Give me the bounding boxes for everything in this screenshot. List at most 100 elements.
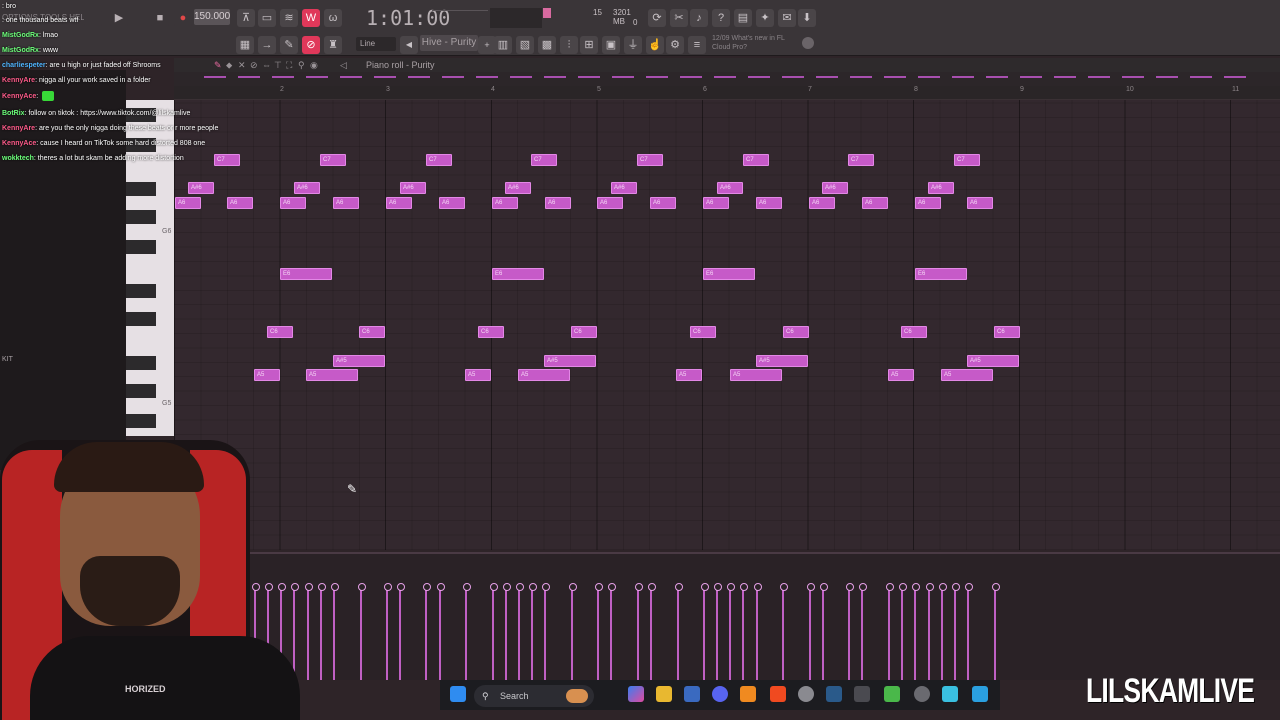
note[interactable]: A6 — [333, 197, 359, 209]
blend-notes-icon[interactable]: W — [302, 9, 320, 27]
note[interactable]: A5 — [941, 369, 993, 381]
note[interactable]: A#6 — [188, 182, 214, 194]
velocity-bar[interactable] — [886, 583, 894, 680]
snap-select[interactable]: Line — [356, 37, 396, 51]
black-key[interactable] — [126, 182, 156, 196]
note[interactable]: A6 — [809, 197, 835, 209]
velocity-bar[interactable] — [926, 583, 934, 680]
note[interactable]: E6 — [915, 268, 967, 280]
note[interactable]: C7 — [743, 154, 769, 166]
chat-icon[interactable]: ✉ — [778, 9, 796, 27]
help-icon[interactable]: ? — [712, 9, 730, 27]
undo-history-icon[interactable]: ⟳ — [648, 9, 666, 27]
velocity-bar[interactable] — [754, 583, 762, 680]
slice-tool-icon[interactable]: ⊤ — [274, 60, 282, 71]
note[interactable]: A5 — [254, 369, 280, 381]
velocity-bar[interactable] — [965, 583, 973, 680]
photos-icon[interactable] — [972, 686, 988, 702]
brush-icon[interactable]: ✎ — [280, 36, 298, 54]
note[interactable]: A6 — [703, 197, 729, 209]
note[interactable]: A#5 — [967, 355, 1019, 367]
velocity-bar[interactable] — [675, 583, 683, 680]
note[interactable]: A#6 — [611, 182, 637, 194]
note[interactable]: E6 — [280, 268, 332, 280]
note[interactable]: C6 — [783, 326, 809, 338]
pattern-select[interactable]: Hive - Purity — [420, 35, 478, 51]
note[interactable]: A6 — [915, 197, 941, 209]
note[interactable]: C6 — [267, 326, 293, 338]
note[interactable]: C7 — [531, 154, 557, 166]
velocity-bar[interactable] — [648, 583, 656, 680]
velocity-bar[interactable] — [608, 583, 616, 680]
windows-start-icon[interactable] — [450, 686, 466, 702]
velocity-bar[interactable] — [952, 583, 960, 680]
bar-ruler[interactable]: 2 3 4 5 6 7 8 9 10 11 — [174, 86, 1280, 100]
velocity-bar[interactable] — [714, 583, 722, 680]
velocity-bar[interactable] — [899, 583, 907, 680]
link-icon[interactable]: ⊘ — [302, 36, 320, 54]
velocity-bar[interactable] — [780, 583, 788, 680]
loop-record-icon[interactable]: ω — [324, 9, 342, 27]
plug-icon[interactable]: ⏚ — [624, 36, 642, 54]
note[interactable]: A#5 — [756, 355, 808, 367]
note[interactable]: A6 — [227, 197, 253, 209]
note[interactable]: A6 — [439, 197, 465, 209]
tools-icon[interactable]: ⚙ — [666, 36, 684, 54]
note[interactable]: C6 — [994, 326, 1020, 338]
note[interactable]: C6 — [478, 326, 504, 338]
store-icon[interactable] — [684, 686, 700, 702]
velocity-bar[interactable] — [384, 583, 392, 680]
note[interactable]: A6 — [597, 197, 623, 209]
copilot-icon[interactable] — [628, 686, 644, 702]
note[interactable]: A6 — [492, 197, 518, 209]
file-explorer-icon[interactable] — [656, 686, 672, 702]
velocity-bar[interactable] — [305, 583, 313, 680]
black-key[interactable] — [126, 240, 156, 254]
velocity-bar[interactable] — [859, 583, 867, 680]
brave-icon[interactable] — [770, 686, 786, 702]
velocity-bar[interactable] — [740, 583, 748, 680]
note[interactable]: A6 — [650, 197, 676, 209]
velocity-bar[interactable] — [595, 583, 603, 680]
velocity-bar[interactable] — [727, 583, 735, 680]
velocity-bar[interactable] — [701, 583, 709, 680]
velocity-bar[interactable] — [423, 583, 431, 680]
note[interactable]: A#5 — [333, 355, 385, 367]
note[interactable]: A6 — [280, 197, 306, 209]
note[interactable]: A#5 — [544, 355, 596, 367]
note[interactable]: C6 — [901, 326, 927, 338]
notepad-icon[interactable] — [942, 686, 958, 702]
velocity-bar[interactable] — [331, 583, 339, 680]
note[interactable]: A5 — [888, 369, 914, 381]
velocity-bar[interactable] — [912, 583, 920, 680]
velocity-bar[interactable] — [516, 583, 524, 680]
note[interactable]: A5 — [730, 369, 782, 381]
note[interactable]: C6 — [571, 326, 597, 338]
note[interactable]: C6 — [690, 326, 716, 338]
fl-studio-icon[interactable] — [740, 686, 756, 702]
black-key[interactable] — [126, 356, 156, 370]
velocity-bar[interactable] — [490, 583, 498, 680]
velocity-bar[interactable] — [846, 583, 854, 680]
menu-icon[interactable]: ≡ — [688, 36, 706, 54]
black-key[interactable] — [126, 384, 156, 398]
velocity-bar[interactable] — [503, 583, 511, 680]
note[interactable]: A6 — [967, 197, 993, 209]
note[interactable]: A#6 — [717, 182, 743, 194]
discord-icon[interactable] — [712, 686, 728, 702]
download-icon[interactable]: ⬇ — [798, 9, 816, 27]
playback-tool-icon[interactable]: ◉ — [310, 60, 318, 71]
minecraft-icon[interactable] — [884, 686, 900, 702]
stamp-icon[interactable]: ♜ — [324, 36, 342, 54]
browser-icon[interactable]: ⊞ — [580, 36, 598, 54]
note[interactable]: A6 — [756, 197, 782, 209]
velocity-bar[interactable] — [318, 583, 326, 680]
note[interactable]: A5 — [518, 369, 570, 381]
note[interactable]: A#6 — [822, 182, 848, 194]
velocity-bar[interactable] — [635, 583, 643, 680]
velocity-bar[interactable] — [939, 583, 947, 680]
velocity-bar[interactable] — [397, 583, 405, 680]
velocity-bar[interactable] — [820, 583, 828, 680]
note[interactable]: A6 — [545, 197, 571, 209]
news-panel[interactable]: 12/09 What's new in FL Cloud Pro? — [712, 34, 804, 52]
